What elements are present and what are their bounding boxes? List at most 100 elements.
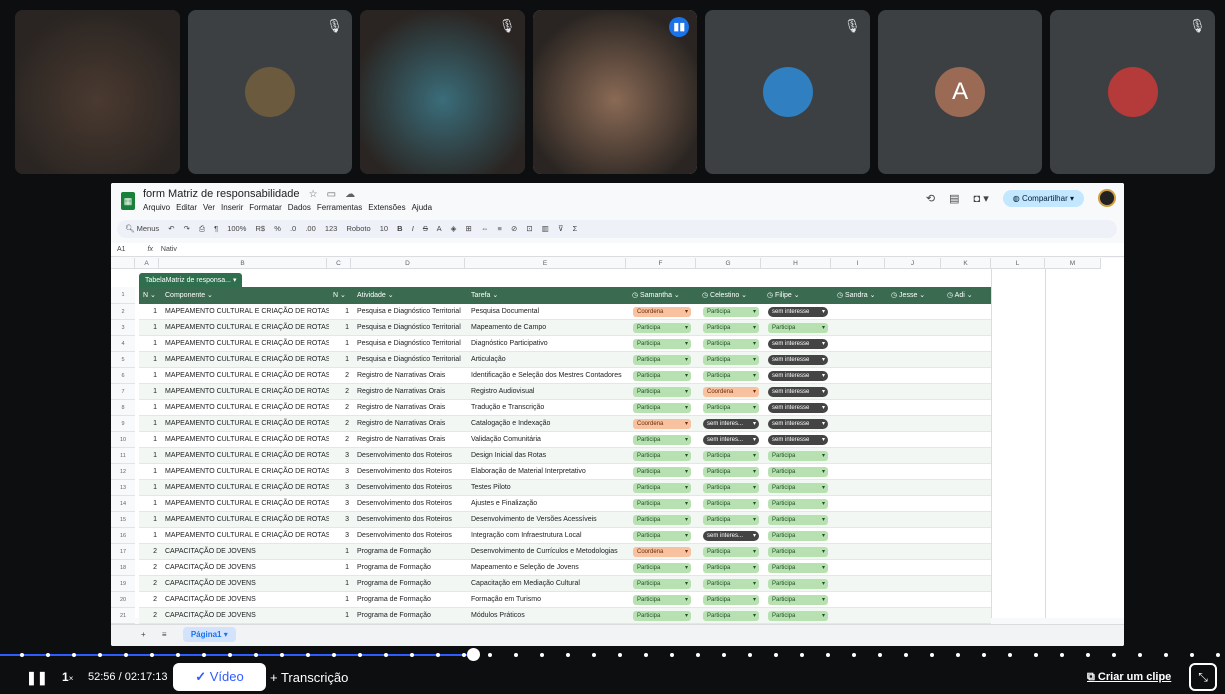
currency-button[interactable]: R$ — [256, 224, 266, 233]
row-number[interactable]: 3 — [111, 320, 135, 336]
status-chip[interactable]: Participa — [768, 611, 828, 621]
cell-atividade[interactable]: Desenvolvimento dos Roteiros — [357, 528, 467, 544]
cell-n[interactable]: 3 — [329, 528, 349, 544]
row-number[interactable]: 5 — [111, 352, 135, 368]
add-sheet-icon[interactable]: + — [141, 630, 146, 639]
cell-atividade[interactable]: Registro de Narrativas Orais — [357, 368, 467, 384]
cell-atividade[interactable]: Registro de Narrativas Orais — [357, 416, 467, 432]
cell-n[interactable]: 1 — [139, 320, 157, 336]
status-chip[interactable]: Participa — [703, 371, 759, 381]
undo-icon[interactable]: ↶ — [168, 224, 174, 233]
zoom-select[interactable]: 100% — [227, 224, 246, 233]
status-chip[interactable]: Participa — [633, 339, 691, 349]
cell-componente[interactable]: MAPEAMENTO CULTURAL E CRIAÇÃO DE ROTAS — [165, 320, 329, 336]
functions-icon[interactable]: Σ — [573, 224, 578, 233]
italic-icon[interactable]: I — [412, 224, 414, 233]
cell-tarefa[interactable]: Desenvolvimento de Currículos e Metodolo… — [471, 544, 628, 560]
cell-atividade[interactable]: Desenvolvimento dos Roteiros — [357, 448, 467, 464]
text-color-icon[interactable]: A — [437, 224, 442, 233]
status-chip[interactable]: Participa — [633, 355, 691, 365]
menu-item[interactable]: Ajuda — [412, 203, 432, 212]
cell-atividade[interactable]: Programa de Formação — [357, 544, 467, 560]
status-chip[interactable]: Participa — [703, 451, 759, 461]
status-chip[interactable]: Participa — [703, 355, 759, 365]
table-row[interactable]: 1 MAPEAMENTO CULTURAL E CRIAÇÃO DE ROTAS 3… — [139, 448, 991, 464]
status-chip[interactable]: Participa — [633, 531, 691, 541]
table-row[interactable]: 1 MAPEAMENTO CULTURAL E CRIAÇÃO DE ROTAS 1… — [139, 336, 991, 352]
table-row[interactable]: 1 MAPEAMENTO CULTURAL E CRIAÇÃO DE ROTAS 3… — [139, 528, 991, 544]
menu-item[interactable]: Formatar — [249, 203, 281, 212]
cell-tarefa[interactable]: Desenvolvimento de Versões Acessíveis — [471, 512, 628, 528]
header-filipe[interactable]: ◷ Filipe ⌄ — [763, 287, 833, 304]
fill-color-icon[interactable]: ◈ — [451, 224, 457, 233]
cell-n[interactable]: 1 — [139, 400, 157, 416]
all-sheets-icon[interactable]: ≡ — [162, 630, 167, 639]
cell-n[interactable]: 1 — [139, 336, 157, 352]
table-row[interactable]: 1 MAPEAMENTO CULTURAL E CRIAÇÃO DE ROTAS 1… — [139, 304, 991, 320]
cell-tarefa[interactable]: Módulos Práticos — [471, 608, 628, 624]
cell-n[interactable]: 1 — [139, 512, 157, 528]
header-celestino[interactable]: ◷ Celestino ⌄ — [698, 287, 763, 304]
cell-atividade[interactable]: Registro de Narrativas Orais — [357, 400, 467, 416]
table-row[interactable]: 2 CAPACITAÇÃO DE JOVENS 1 Programa de Forma… — [139, 592, 991, 608]
status-chip[interactable]: Participa — [703, 595, 759, 605]
cell-atividade[interactable]: Desenvolvimento dos Roteiros — [357, 512, 467, 528]
table-row[interactable]: 1 MAPEAMENTO CULTURAL E CRIAÇÃO DE ROTAS 1… — [139, 320, 991, 336]
cell-tarefa[interactable]: Ajustes e Finalização — [471, 496, 628, 512]
folder-icon[interactable]: ▭ — [327, 189, 336, 200]
row-number[interactable]: 14 — [111, 496, 135, 512]
status-chip[interactable]: Participa — [768, 595, 828, 605]
column-header[interactable]: M — [1045, 258, 1101, 269]
row-number[interactable]: 20 — [111, 592, 135, 608]
cell-n[interactable]: 1 — [329, 576, 349, 592]
cell-n[interactable]: 1 — [329, 608, 349, 624]
cell-atividade[interactable]: Desenvolvimento dos Roteiros — [357, 496, 467, 512]
cell-componente[interactable]: MAPEAMENTO CULTURAL E CRIAÇÃO DE ROTAS — [165, 528, 329, 544]
cell-componente[interactable]: MAPEAMENTO CULTURAL E CRIAÇÃO DE ROTAS — [165, 304, 329, 320]
status-chip[interactable]: sem interesse — [768, 387, 828, 397]
font-select[interactable]: Roboto — [346, 224, 370, 233]
cell-n[interactable]: 2 — [139, 608, 157, 624]
row-number[interactable]: 2 — [111, 304, 135, 320]
cell-n[interactable]: 1 — [329, 592, 349, 608]
align-icon[interactable]: ≡ — [498, 224, 502, 233]
status-chip[interactable]: Participa — [768, 547, 828, 557]
status-chip[interactable]: Participa — [768, 563, 828, 573]
participant-tile[interactable]: A — [877, 10, 1043, 174]
status-chip[interactable]: Participa — [703, 499, 759, 509]
speed-button[interactable]: 1× — [62, 670, 73, 684]
cell-tarefa[interactable]: Testes Piloto — [471, 480, 628, 496]
status-chip[interactable]: Coordena — [703, 387, 759, 397]
cell-n[interactable]: 1 — [329, 320, 349, 336]
filter-icon[interactable]: ⊽ — [558, 224, 564, 233]
cell-tarefa[interactable]: Integração com Infraestrutura Local — [471, 528, 628, 544]
cell-atividade[interactable]: Programa de Formação — [357, 608, 467, 624]
status-chip[interactable]: Coordena — [633, 419, 691, 429]
cell-tarefa[interactable]: Tradução e Transcrição — [471, 400, 628, 416]
status-chip[interactable]: Participa — [703, 307, 759, 317]
column-header[interactable]: I — [831, 258, 885, 269]
column-header[interactable]: H — [761, 258, 831, 269]
row-number[interactable]: 9 — [111, 416, 135, 432]
status-chip[interactable]: Participa — [768, 483, 828, 493]
document-title[interactable]: form Matriz de responsabilidade ☆ ▭ ☁ — [143, 188, 355, 200]
row-number[interactable]: 8 — [111, 400, 135, 416]
cell-tarefa[interactable]: Articulação — [471, 352, 628, 368]
table-row[interactable]: 1 MAPEAMENTO CULTURAL E CRIAÇÃO DE ROTAS 2… — [139, 368, 991, 384]
account-avatar[interactable] — [1098, 189, 1116, 207]
cell-componente[interactable]: MAPEAMENTO CULTURAL E CRIAÇÃO DE ROTAS — [165, 384, 329, 400]
borders-icon[interactable]: ⊞ — [466, 224, 472, 233]
status-chip[interactable]: Participa — [633, 499, 691, 509]
cell-n[interactable]: 3 — [329, 496, 349, 512]
sheet-tab[interactable]: Página1 ▾ — [182, 627, 236, 642]
exit-fullscreen-icon[interactable]: ⤡ — [1189, 663, 1217, 691]
status-chip[interactable]: Participa — [768, 515, 828, 525]
status-chip[interactable]: sem interesse — [768, 339, 828, 349]
cell-n[interactable]: 3 — [329, 480, 349, 496]
history-icon[interactable]: ⟲ — [926, 192, 935, 205]
row-number[interactable]: 6 — [111, 368, 135, 384]
cell-n[interactable]: 2 — [139, 592, 157, 608]
header-adi[interactable]: ◷ Adi ⌄ — [943, 287, 991, 304]
menu-item[interactable]: Inserir — [221, 203, 243, 212]
cell-tarefa[interactable]: Mapeamento de Campo — [471, 320, 628, 336]
